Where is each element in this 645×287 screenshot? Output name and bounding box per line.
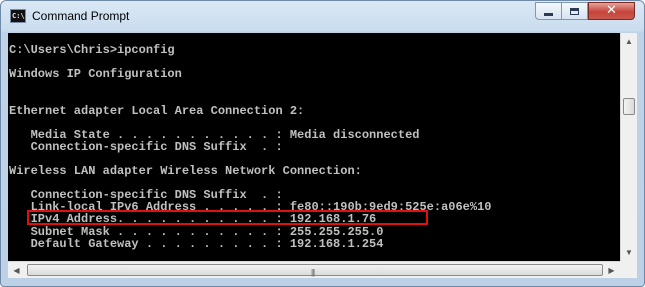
scrollbar-corner: [620, 261, 637, 278]
horizontal-scrollbar[interactable]: ◀ ||| ▶: [8, 261, 620, 278]
scroll-down-button[interactable]: ▼: [621, 244, 637, 261]
console-output[interactable]: C:\Users\Chris>ipconfig Windows IP Config…: [8, 33, 620, 261]
console-line: IPv4 Address. . . . . . . . . . . : 192.…: [9, 212, 377, 227]
console-line: Wireless LAN adapter Wireless Network Co…: [9, 164, 362, 178]
arrow-right-icon: ▶: [608, 265, 615, 275]
console-line: Connection-specific DNS Suffix . :: [9, 139, 283, 154]
console-line: Ethernet adapter Local Area Connection 2…: [9, 103, 305, 118]
close-button[interactable]: ✕: [588, 2, 635, 20]
scroll-right-button[interactable]: ▶: [603, 262, 620, 278]
minimize-icon: [544, 13, 553, 16]
window-title: Command Prompt: [32, 9, 130, 23]
command-prompt-icon[interactable]: C:\: [10, 9, 26, 23]
minimize-button[interactable]: [535, 2, 562, 20]
maximize-icon: [570, 7, 579, 15]
grip-icon: |||: [311, 268, 315, 277]
arrow-left-icon: ◀: [13, 265, 20, 275]
scroll-left-button[interactable]: ◀: [8, 262, 25, 278]
title-bar[interactable]: C:\ Command Prompt ✕: [1, 1, 644, 33]
command-prompt-window: C:\ Command Prompt ✕ C:\Users\Chris>ipco…: [0, 0, 645, 287]
close-icon: ✕: [606, 3, 617, 18]
console-line: Default Gateway . . . . . . . . . : 192.…: [9, 236, 384, 251]
arrow-up-icon: ▲: [625, 37, 633, 46]
console-line: Subnet Mask . . . . . . . . . . . : 255.…: [9, 224, 384, 239]
console-line: Media State . . . . . . . . . . . : Medi…: [9, 127, 420, 142]
vertical-scroll-thumb[interactable]: [623, 98, 635, 115]
console-line: C:\Users\Chris>ipconfig: [9, 43, 175, 57]
maximize-button[interactable]: [562, 2, 588, 20]
scroll-up-button[interactable]: ▲: [621, 33, 637, 50]
vertical-scrollbar[interactable]: ▲ ▼: [620, 33, 637, 261]
arrow-down-icon: ▼: [625, 248, 633, 257]
horizontal-scroll-thumb[interactable]: |||: [27, 264, 603, 277]
console-line: Windows IP Configuration: [9, 67, 182, 82]
